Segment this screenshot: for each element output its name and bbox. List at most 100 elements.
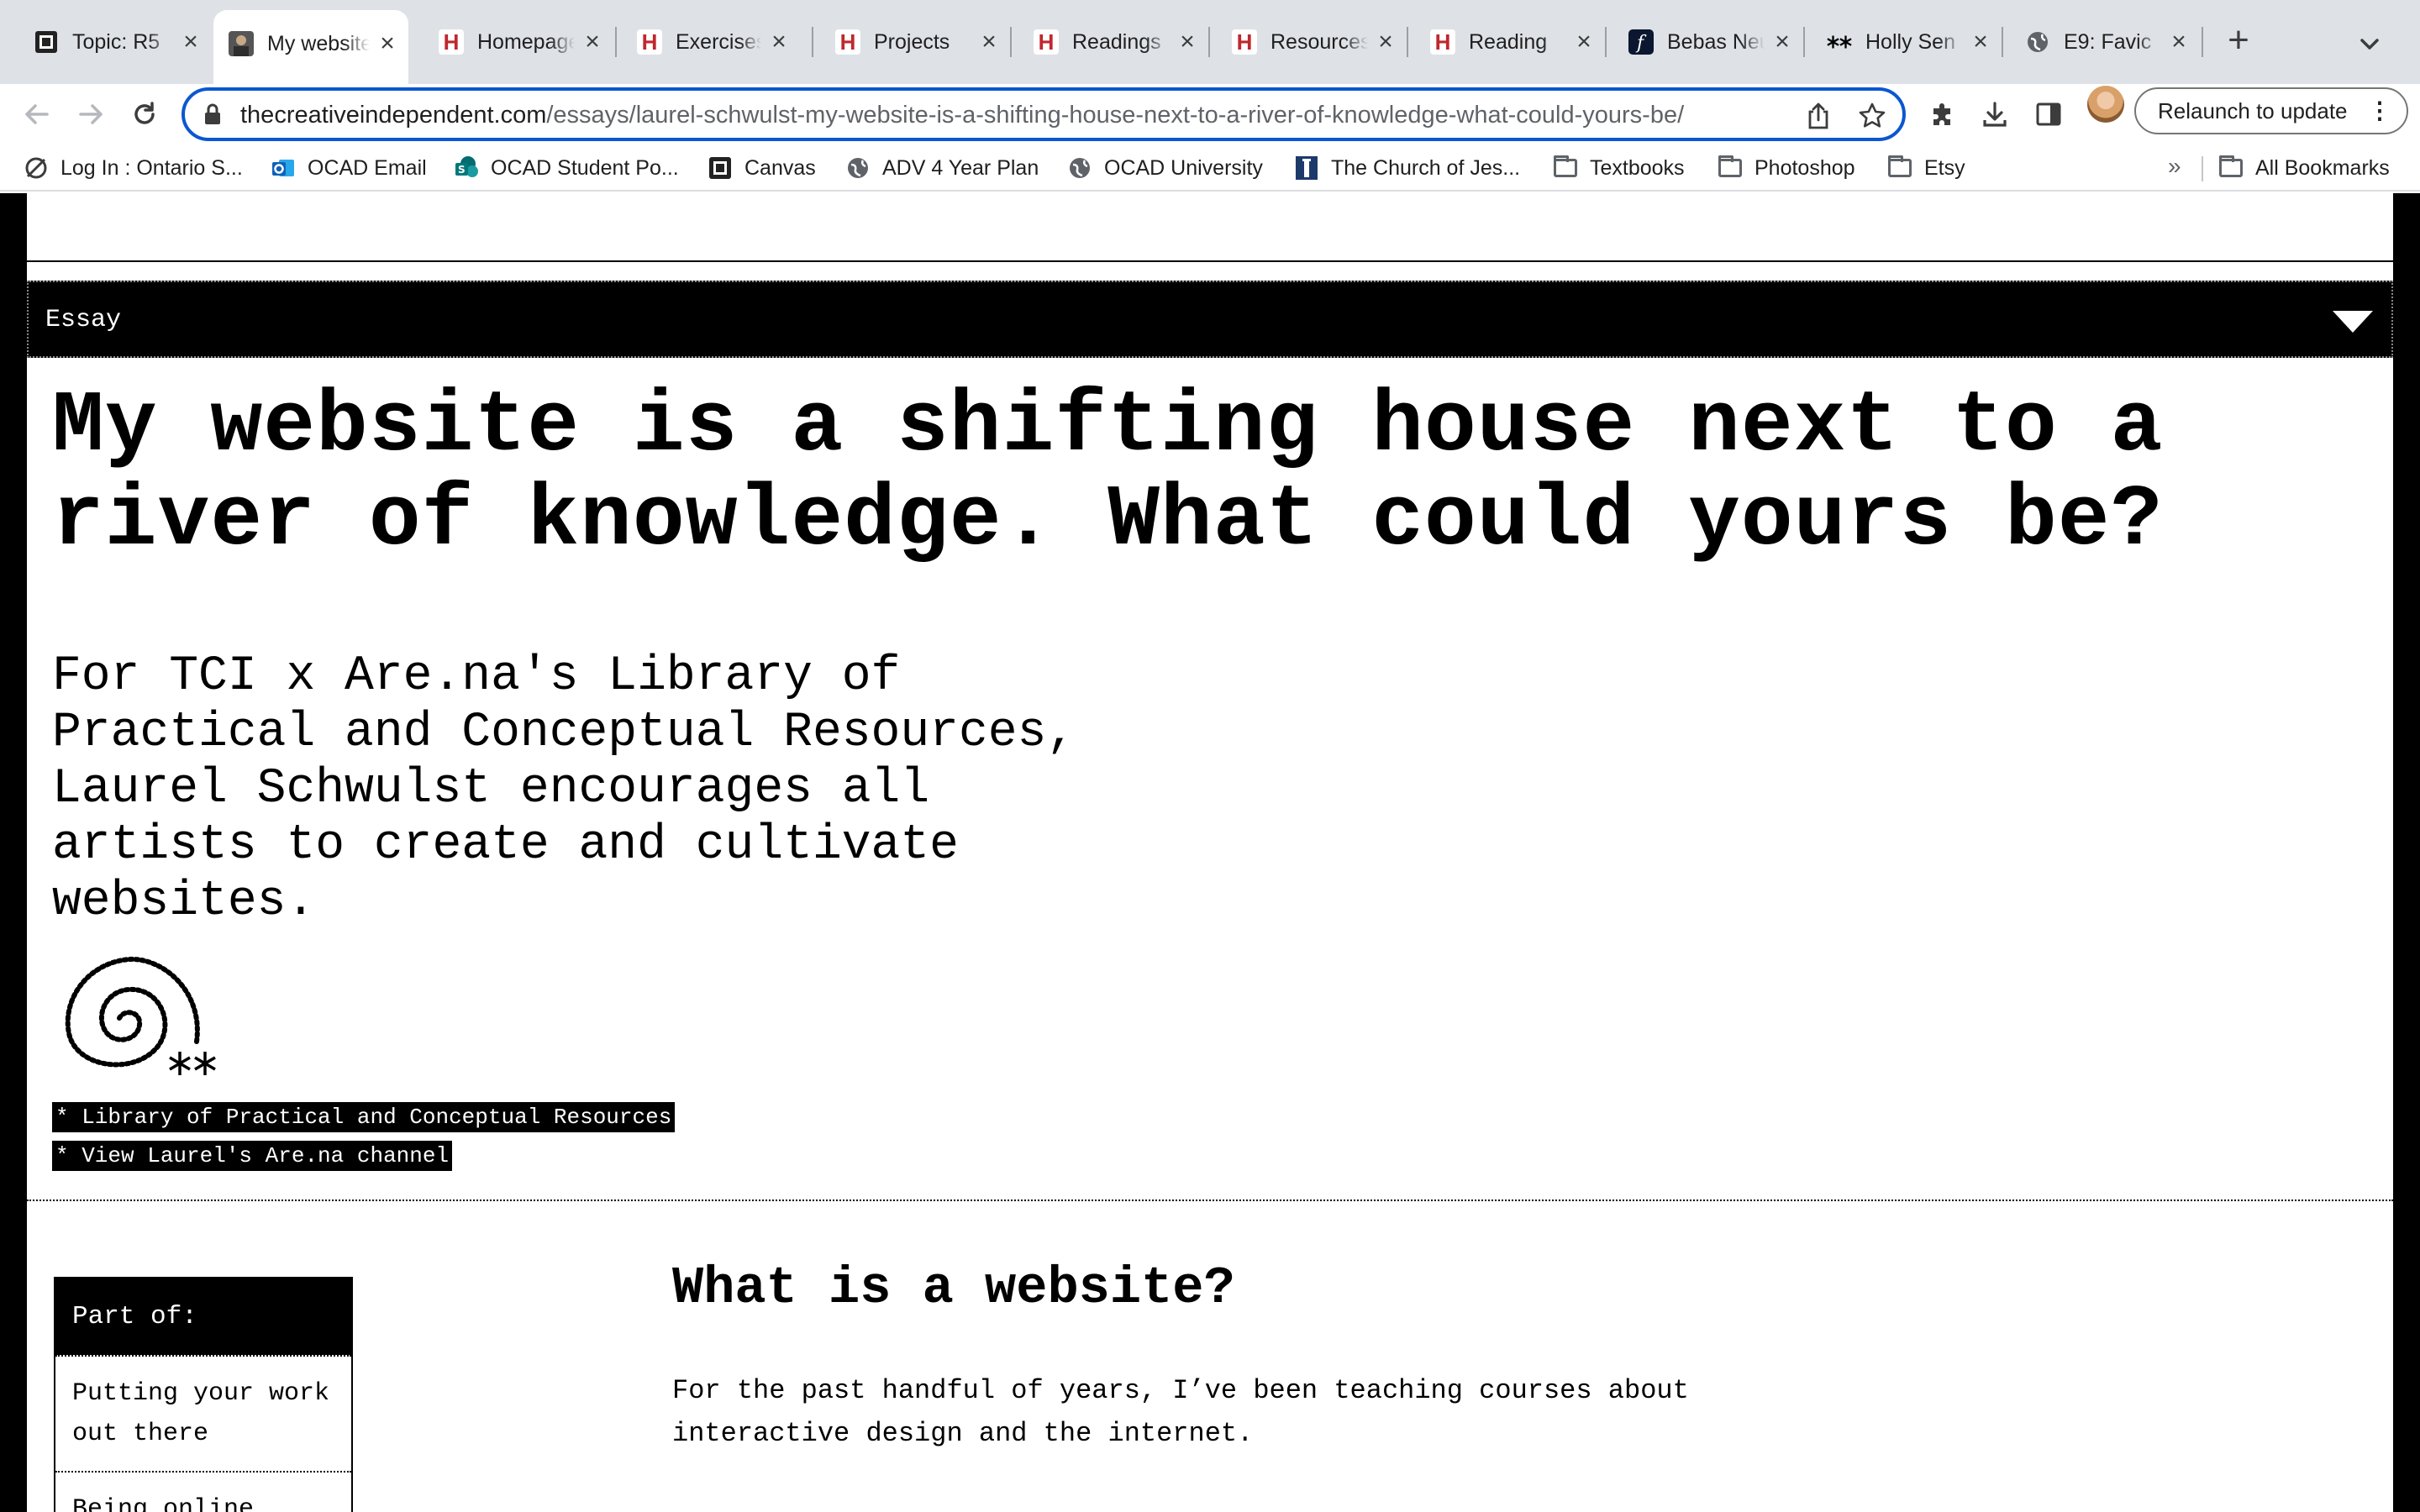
folder-icon (1553, 155, 1578, 181)
lock-icon[interactable] (203, 102, 222, 130)
bookmark-adv-plan[interactable]: ADV 4 Year Plan (845, 151, 1039, 185)
relaunch-to-update-button[interactable]: Relaunch to update ⋮ (2134, 87, 2408, 134)
login-icon (24, 155, 49, 181)
tab-reading[interactable]: H Reading × (1415, 17, 1605, 67)
profile-avatar[interactable] (2087, 86, 2124, 123)
library-link[interactable]: * Library of Practical and Conceptual Re… (52, 1102, 676, 1132)
tab-title: Resources (1270, 29, 1368, 54)
kebab-menu-icon[interactable]: ⋮ (2368, 89, 2391, 133)
folder-icon (1718, 155, 1743, 181)
bookmark-ocad-email[interactable]: OCAD Email (271, 151, 427, 185)
close-icon[interactable]: × (178, 29, 203, 55)
tab-e9-favicon[interactable]: E9: Favic × (2010, 17, 2200, 67)
tab-title: My website (267, 31, 370, 55)
tab-title: Holly Sen (1865, 29, 1955, 54)
globe-icon (2025, 29, 2050, 55)
caret-down-icon[interactable] (2333, 311, 2373, 333)
back-arrow-icon[interactable] (13, 91, 60, 138)
relaunch-label: Relaunch to update (2158, 98, 2348, 123)
tab-title: Topic: R5 (72, 29, 160, 54)
tab-search-chevron-icon[interactable] (2349, 24, 2390, 64)
close-icon[interactable]: × (580, 29, 605, 55)
tab-topic[interactable]: Topic: R5 × (18, 17, 212, 67)
extensions-puzzle-icon[interactable] (1924, 96, 1961, 133)
bookmark-folder-etsy[interactable]: Etsy (1887, 151, 1965, 185)
canvas-icon (708, 155, 733, 181)
bookmark-ocad-student-portal[interactable]: S OCAD Student Po... (454, 151, 679, 185)
canvas-icon (34, 29, 59, 55)
article-headline: My website is a shifting house next to a… (52, 377, 2164, 570)
tab-resources[interactable]: H Resources × (1217, 17, 1407, 67)
h-icon: H (1430, 29, 1455, 55)
bookmark-folder-photoshop[interactable]: Photoshop (1718, 151, 1855, 185)
close-icon[interactable]: × (1373, 29, 1398, 55)
tab-readings[interactable]: H Readings × (1018, 17, 1208, 67)
tab-title: Projects (874, 29, 950, 54)
tab-bebas-neue[interactable]: f Bebas Neue × (1613, 17, 1803, 67)
h-icon: H (637, 29, 662, 55)
tab-title: Homepage (477, 29, 575, 54)
body-paragraph: For the past handful of years, I’ve been… (672, 1375, 1689, 1449)
bookmark-label: OCAD Email (308, 155, 427, 180)
fontshare-icon: f (1628, 29, 1654, 55)
url-domain: thecreativeindependent.com (240, 102, 547, 129)
bookmark-ocad-university[interactable]: OCAD University (1067, 151, 1263, 185)
close-icon[interactable]: × (375, 31, 400, 56)
bookmark-label: Photoshop (1754, 155, 1855, 180)
all-bookmarks-folder[interactable]: All Bookmarks (2218, 151, 2390, 185)
bookmarks-bar: Log In : Ontario S... OCAD Email S OCAD … (0, 144, 2420, 192)
bookmarks-overflow-chevron-icon[interactable]: » (2168, 153, 2181, 180)
tab-holly-sen[interactable]: Holly Sen × (1812, 17, 2002, 67)
bookmark-label: OCAD University (1104, 155, 1263, 180)
part-of-item[interactable]: Being online (55, 1471, 351, 1512)
close-icon[interactable]: × (1968, 29, 1993, 55)
tab-title: E9: Favic (2064, 29, 2152, 54)
essay-section-bar[interactable]: Essay (27, 281, 2393, 358)
close-icon[interactable]: × (2166, 29, 2191, 55)
bookmarks-divider (2202, 156, 2203, 181)
close-icon[interactable]: × (1770, 29, 1795, 55)
tab-title: Reading (1469, 29, 1548, 54)
new-tab-plus-icon[interactable]: + (2218, 22, 2259, 62)
bookmark-label: Log In : Ontario S... (60, 155, 243, 180)
h-icon: H (1232, 29, 1257, 55)
url-text[interactable]: thecreativeindependent.com/essays/laurel… (240, 102, 1684, 129)
side-panel-icon[interactable] (2030, 96, 2067, 133)
tab-projects[interactable]: H Projects × (820, 17, 1010, 67)
close-icon[interactable]: × (1175, 29, 1200, 55)
tab-homepage[interactable]: H Homepage × (424, 17, 613, 67)
web-page: Essay My website is a shifting house nex… (0, 193, 2420, 1512)
bookmark-login[interactable]: Log In : Ontario S... (24, 151, 243, 185)
tab-my-website[interactable]: My website × (213, 10, 408, 84)
tab-exercises[interactable]: H Exercises × (622, 17, 800, 67)
asterisk-icon (1827, 29, 1852, 55)
bookmark-label: OCAD Student Po... (491, 155, 679, 180)
h-icon: H (835, 29, 860, 55)
bookmark-star-icon[interactable] (1855, 99, 1889, 133)
download-icon[interactable] (1976, 96, 2013, 133)
h-icon: H (1034, 29, 1059, 55)
bookmark-canvas[interactable]: Canvas (708, 151, 816, 185)
browser-toolbar: thecreativeindependent.com/essays/laurel… (0, 84, 2420, 144)
all-bookmarks-label: All Bookmarks (2255, 155, 2390, 180)
bookmark-church[interactable]: The Church of Jes... (1294, 151, 1520, 185)
part-of-box: Part of: Putting your work out there Bei… (54, 1277, 353, 1512)
globe-icon (1067, 155, 1092, 181)
site-header-strip (27, 193, 2393, 262)
reload-icon[interactable] (121, 91, 168, 138)
arena-channel-link[interactable]: * View Laurel's Are.na channel (52, 1141, 453, 1171)
share-icon[interactable] (1802, 99, 1835, 133)
address-bar[interactable]: thecreativeindependent.com/essays/laurel… (182, 87, 1906, 141)
outlook-icon (271, 155, 296, 181)
section-heading: What is a website? (672, 1258, 1235, 1318)
forward-arrow-icon[interactable] (67, 91, 114, 138)
bookmark-folder-textbooks[interactable]: Textbooks (1553, 151, 1685, 185)
part-of-item[interactable]: Putting your work out there (55, 1355, 351, 1471)
close-icon[interactable]: × (1571, 29, 1597, 55)
svg-text:S: S (458, 164, 466, 176)
bookmark-label: Etsy (1924, 155, 1965, 180)
bookmark-label: ADV 4 Year Plan (882, 155, 1039, 180)
close-icon[interactable]: × (976, 29, 1002, 55)
close-icon[interactable]: × (766, 29, 792, 55)
bookmark-label: Textbooks (1590, 155, 1685, 180)
